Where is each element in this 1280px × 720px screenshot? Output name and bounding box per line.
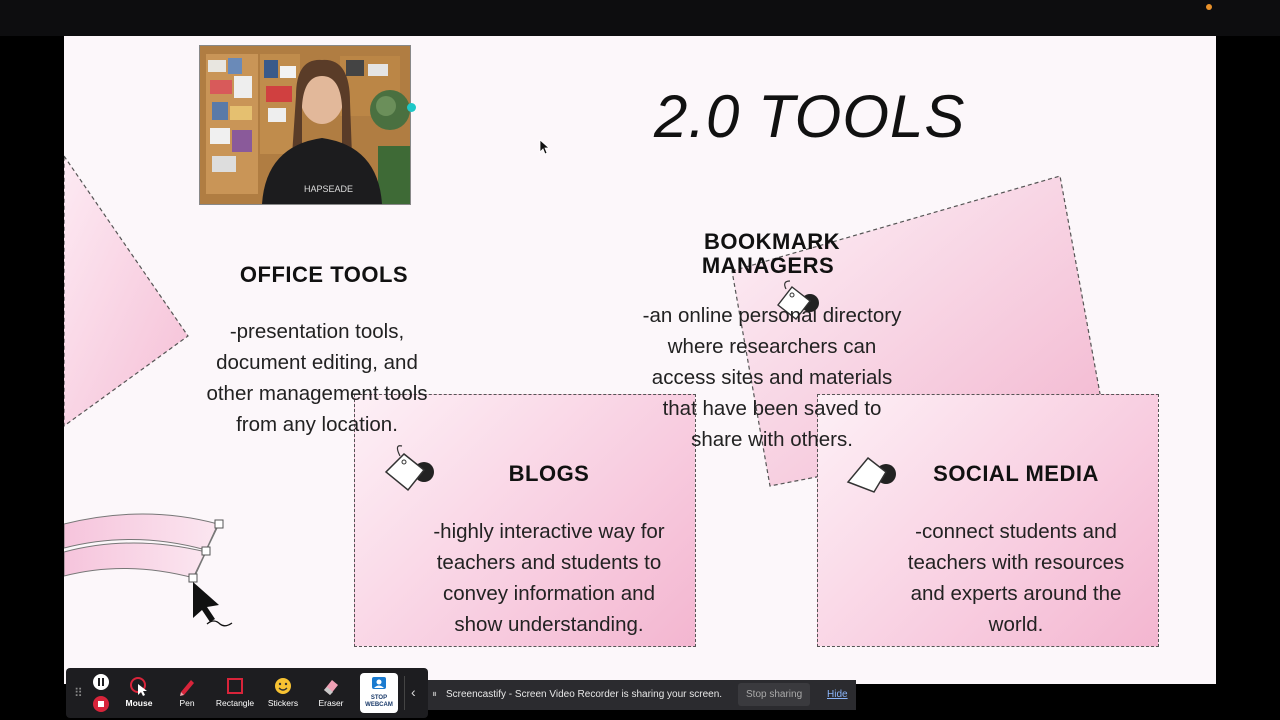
- blogs-line: -highly interactive way for: [433, 520, 665, 543]
- blogs-heading: BLOGS: [508, 461, 590, 486]
- stop-sharing-button[interactable]: Stop sharing: [738, 683, 811, 706]
- screen-share-notification: ⏸ Screencastify - Screen Video Recorder …: [428, 680, 856, 710]
- stop-webcam-label-2: WEBCAM: [365, 702, 393, 708]
- bookmark-line: that have been saved to: [662, 397, 882, 420]
- mouse-cursor-icon: [130, 677, 147, 696]
- bookmark-line: share with others.: [691, 428, 853, 451]
- blogs-line: show understanding.: [454, 613, 644, 636]
- office-tools-heading: OFFICE TOOLS: [239, 262, 409, 287]
- bookmark-heading: BOOKMARK MANAGERS: [672, 230, 872, 278]
- bookmark-line: where researchers can: [667, 335, 877, 358]
- pen-icon: [180, 680, 194, 696]
- social-media-text: -connect students and teachers with reso…: [882, 516, 1150, 640]
- annotation-toolbar: ⠿ Mouse Pen Rectangle Stickers Eraser ST…: [66, 668, 428, 718]
- office-line: other management tools: [206, 382, 428, 405]
- stickers-label: Stickers: [267, 698, 299, 708]
- mouse-tool-button[interactable]: Mouse: [116, 668, 162, 718]
- smiley-sticker-icon: [275, 678, 291, 694]
- curved-ribbon-shape[interactable]: [64, 506, 244, 646]
- social-line: -connect students and: [915, 520, 1117, 543]
- price-tag-icon: [384, 445, 434, 492]
- webcam-video: HAPSEADE: [200, 46, 410, 204]
- social-line: teachers with resources: [907, 551, 1125, 574]
- resize-handle[interactable]: [201, 546, 211, 556]
- bookmark-heading-line: MANAGERS: [701, 253, 835, 278]
- resize-handle[interactable]: [214, 519, 224, 529]
- office-line: from any location.: [236, 413, 398, 436]
- mouse-label: Mouse: [125, 698, 153, 708]
- top-bar: [0, 0, 1280, 36]
- social-line: and experts around the: [910, 582, 1122, 605]
- bookmark-line: -an online personal directory: [642, 304, 902, 327]
- stop-webcam-button[interactable]: STOP WEBCAM: [360, 673, 398, 713]
- eraser-icon: [324, 680, 338, 695]
- rectangle-label: Rectangle: [215, 698, 255, 708]
- pen-tool-button[interactable]: Pen: [164, 668, 210, 718]
- pause-icon: ⏸: [432, 689, 437, 700]
- toolbar-divider: [404, 676, 405, 710]
- collapse-chevron-icon[interactable]: ‹: [411, 684, 416, 700]
- resize-handle[interactable]: [188, 573, 198, 583]
- bookmark-text: -an online personal directory where rese…: [612, 300, 932, 455]
- slide-title: 2.0 TOOLS: [654, 83, 966, 150]
- blogs-line: convey information and: [443, 582, 655, 605]
- webcam-resize-handle[interactable]: [407, 103, 416, 112]
- pen-label: Pen: [179, 698, 195, 708]
- stickers-tool-button[interactable]: Stickers: [260, 668, 306, 718]
- bookmark-line: access sites and materials: [651, 366, 893, 389]
- left-diamond-shape: [64, 154, 189, 427]
- eraser-label: Eraser: [318, 698, 344, 708]
- presentation-slide: 2.0 TOOLS OFFICE TOOLS -presentation too…: [64, 36, 1216, 684]
- office-line: -presentation tools,: [229, 320, 405, 343]
- drag-handle-icon[interactable]: ⠿: [74, 686, 83, 700]
- rectangle-tool-button[interactable]: Rectangle: [212, 668, 258, 718]
- shirt-text: HAPSEADE: [304, 184, 353, 194]
- bookmark-heading-line: BOOKMARK: [704, 229, 840, 254]
- social-line: world.: [988, 613, 1044, 636]
- pause-button[interactable]: [93, 674, 109, 690]
- price-tag-icon: [846, 456, 896, 493]
- recording-indicator: [1206, 4, 1212, 10]
- mouse-pointer-icon: [539, 139, 551, 155]
- office-tools-text: -presentation tools, document editing, a…: [182, 316, 452, 440]
- stop-recording-button[interactable]: [93, 696, 109, 712]
- eraser-tool-button[interactable]: Eraser: [308, 668, 354, 718]
- office-line: document editing, and: [216, 351, 418, 374]
- hide-link[interactable]: Hide: [827, 689, 848, 700]
- rectangle-icon: [227, 678, 243, 694]
- stop-webcam-label-1: STOP: [370, 695, 388, 701]
- blogs-text: -highly interactive way for teachers and…: [404, 516, 694, 640]
- webcam-overlay[interactable]: HAPSEADE: [199, 45, 411, 205]
- social-media-heading: SOCIAL MEDIA: [933, 461, 1099, 486]
- webcam-icon: [372, 677, 386, 689]
- share-message: Screencastify - Screen Video Recorder is…: [446, 689, 723, 700]
- blogs-line: teachers and students to: [436, 551, 662, 574]
